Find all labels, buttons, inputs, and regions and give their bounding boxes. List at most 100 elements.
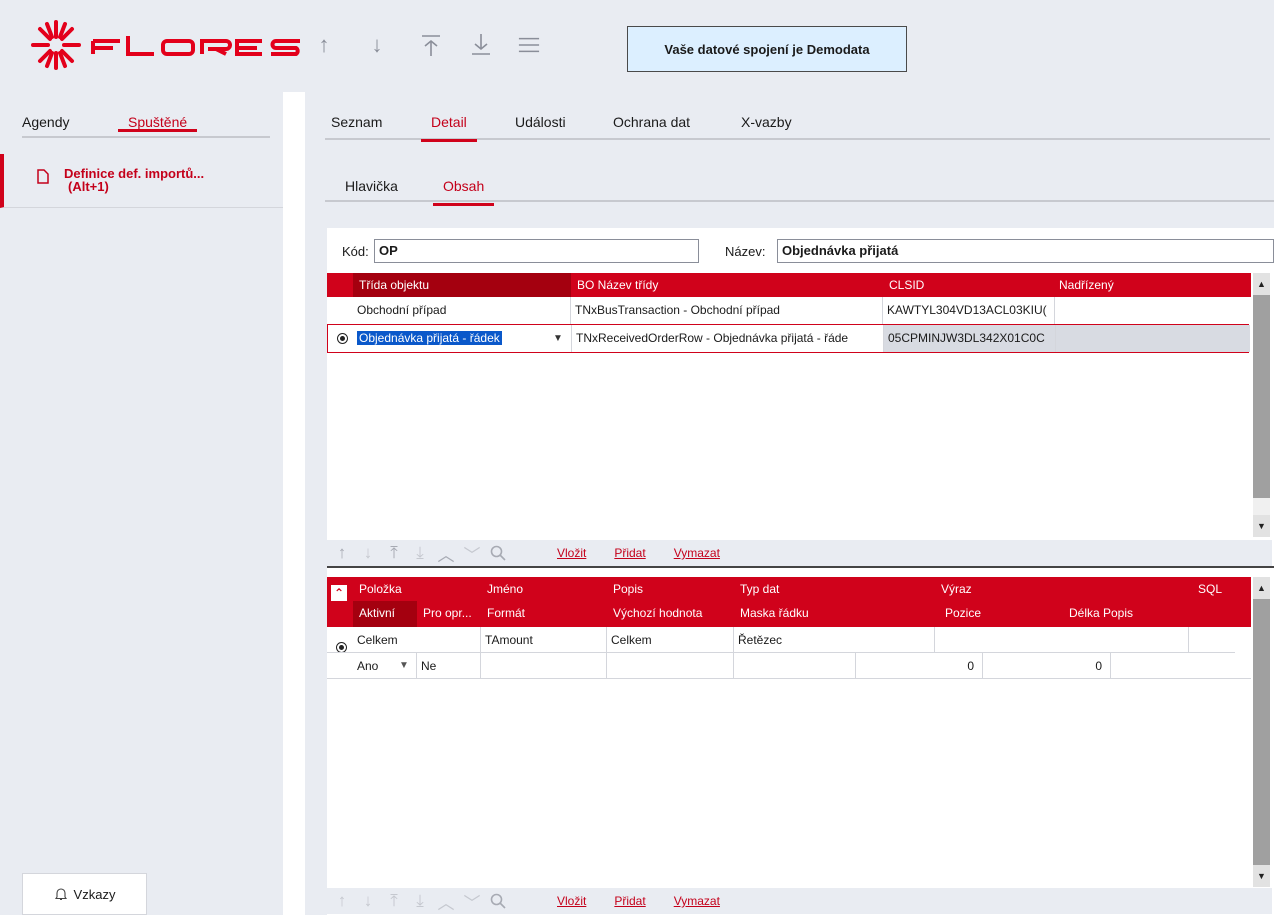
grid1-cell[interactable] [1055,297,1251,324]
tab-seznam[interactable]: Seznam [331,114,382,140]
scroll-down-icon[interactable]: ▼ [1253,515,1270,537]
vlozit-link[interactable]: Vložit [557,546,586,560]
scroll-up-icon[interactable]: ▲ [1253,273,1270,295]
grid1-cell[interactable]: 05CPMINJW3DL342X01C0C [884,325,1056,352]
grid2-header-delka[interactable]: Délka [1063,601,1100,625]
grid2-header-aktivni[interactable]: Aktivní [353,601,417,627]
arrow-top-icon[interactable]: ⤒ [383,542,405,564]
running-document-item[interactable]: Definice def. importů... (Alt+1) [0,154,283,208]
search-icon[interactable] [487,890,509,912]
sub-tabs: Hlavička Obsah [325,178,1274,206]
grid2-cell[interactable] [1189,627,1235,653]
grid2-header-pozice[interactable]: Pozice [939,601,981,625]
grid2-cell[interactable]: Celkem [353,627,481,653]
tab-detail[interactable]: Detail [421,114,477,142]
dropdown-icon[interactable]: ▼ [553,325,563,352]
grid2-header-maska[interactable]: Maska řádku [734,601,809,625]
grid2-header-popis[interactable]: Popis [607,577,643,601]
tab-hlavicka[interactable]: Hlavička [345,178,398,204]
grid1-header-clsid[interactable]: CLSID [883,273,1053,297]
tab-ochrana-dat[interactable]: Ochrana dat [613,114,690,140]
arrow-down-icon[interactable]: ↓ [357,890,379,912]
grid2-header-typ-dat[interactable]: Typ dat [734,577,779,601]
pridat-link[interactable]: Přidat [614,894,645,908]
menu-icon[interactable] [518,32,540,58]
tab-agendy[interactable]: Agendy [22,114,69,130]
grid1-cell-editor[interactable]: Objednávka přijatá - řádek ▼ [353,325,572,352]
grid2-cell[interactable]: Ne [417,653,481,679]
grid1-header-bo-nazev[interactable]: BO Název třídy [571,273,883,297]
arrow-bottom-icon[interactable]: ⤓ [409,890,431,912]
vzkazy-button[interactable]: Vzkazy [22,873,147,915]
grid1-cell[interactable]: TNxReceivedOrderRow - Objednávka přijatá… [572,325,884,352]
grid1-header-nadrizeny[interactable]: Nadřízený [1053,273,1251,297]
grid2-cell[interactable]: TAmount [481,627,607,653]
document-icon [37,169,49,184]
chevron-down-icon[interactable]: ﹀ [461,542,483,565]
scroll-down-icon[interactable]: ▼ [1253,865,1270,887]
kod-input[interactable]: OP [374,239,699,263]
arrow-bottom-icon[interactable]: ⤓ [409,542,431,564]
tab-spustene[interactable]: Spuštěné [117,114,198,132]
import-fields-grid: ⌃ Položka Jméno Popis Typ dat Výraz SQL … [327,577,1272,887]
grid1-header-trida[interactable]: Třída objektu [353,273,571,297]
grid2-header-sql[interactable]: SQL [1192,577,1222,601]
vymazat-link[interactable]: Vymazat [674,894,720,908]
search-svg [490,893,506,909]
table-row[interactable]: Obchodní případ TNxBusTransaction - Obch… [327,297,1251,324]
chevron-up-icon[interactable]: ︿ [435,890,457,913]
grid2-cell[interactable] [481,653,607,679]
table-row[interactable]: Celkem TAmount Celkem Řetězec [327,627,1235,653]
tab-x-vazby[interactable]: X-vazby [741,114,792,140]
scroll-up-icon[interactable]: ▲ [1253,577,1270,599]
table-row[interactable]: Ano ▼ Ne 0 0 [327,653,1251,679]
grid2-header-jmeno[interactable]: Jméno [481,577,523,601]
arrow-up-icon[interactable]: ↑ [331,542,353,564]
arrow-down-icon[interactable]: ↓ [357,542,379,564]
tab-obsah[interactable]: Obsah [432,178,495,206]
collapse-icon[interactable]: ⌃ [331,585,347,601]
grid2-header-polozka[interactable]: Položka [353,577,402,601]
arrow-bottom-icon[interactable] [470,32,492,58]
document-shortcut: (Alt+1) [68,179,109,194]
arrow-up-icon[interactable]: ↑ [331,890,353,912]
grid2-cell[interactable] [935,627,1189,653]
grid2-header-pro-opr[interactable]: Pro opr... [417,601,472,625]
grid1-scrollbar[interactable]: ▲ ▼ [1253,273,1270,537]
scroll-track[interactable] [1253,498,1270,516]
grid1-cell[interactable]: Obchodní případ [353,297,571,324]
chevron-up-icon[interactable]: ︿ [435,542,457,565]
vymazat-link[interactable]: Vymazat [674,546,720,560]
grid2-cell[interactable]: 0 [983,653,1111,679]
arrow-top-icon[interactable]: ⤒ [383,890,405,912]
grid2-scrollbar[interactable]: ▲ ▼ [1253,577,1270,887]
grid1-cell[interactable]: TNxBusTransaction - Obchodní případ [571,297,883,324]
detail-content: Kód: OP Název: Objednávka přijatá Třída … [327,228,1274,915]
grid1-cell[interactable] [1056,325,1250,352]
table-row-selected[interactable]: Objednávka přijatá - řádek ▼ TNxReceived… [327,324,1250,353]
vlozit-link[interactable]: Vložit [557,894,586,908]
pridat-link[interactable]: Přidat [614,546,645,560]
arrow-top-icon[interactable] [420,32,442,58]
grid2-cell[interactable] [607,653,734,679]
panel-splitter[interactable] [283,92,305,915]
chevron-down-icon[interactable]: ﹀ [461,890,483,913]
grid2-header-vyraz[interactable]: Výraz [935,577,972,601]
grid2-cell[interactable]: Řetězec [734,627,935,653]
arrow-down-icon[interactable]: ↓ [366,32,388,58]
grid2-header-popis2[interactable]: Popis [1097,601,1133,625]
grid1-cell[interactable]: KAWTYL304VD13ACL03KIU( [883,297,1055,324]
aktivni-dropdown[interactable]: Ano ▼ [353,653,417,679]
grid2-header-vychozi[interactable]: Výchozí hodnota [607,601,702,625]
grid2-cell[interactable]: 0 [856,653,983,679]
grid1-header: Třída objektu BO Název třídy CLSID Nadří… [327,273,1251,297]
nazev-input[interactable]: Objednávka přijatá [777,239,1274,263]
arrow-up-icon[interactable]: ↑ [313,32,335,58]
grid2-cell[interactable] [734,653,856,679]
grid2-header-format[interactable]: Formát [481,601,525,625]
search-icon[interactable] [487,542,509,564]
grid2-cell[interactable] [1111,653,1251,679]
grid2-cell[interactable]: Celkem [607,627,734,653]
tab-udalosti[interactable]: Události [515,114,566,140]
dropdown-icon[interactable]: ▼ [399,653,409,679]
